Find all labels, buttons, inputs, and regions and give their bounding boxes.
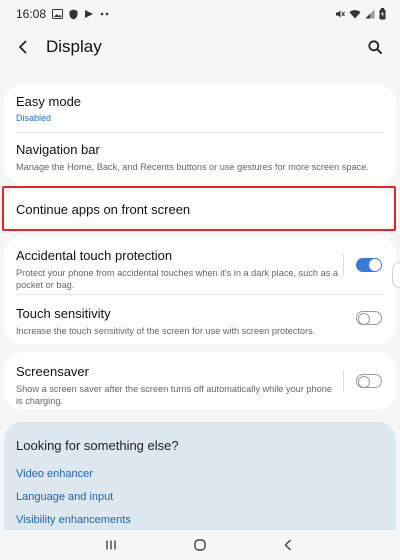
easy-mode-item[interactable]: Easy mode Disabled — [4, 94, 396, 130]
screensaver-title: Screensaver — [16, 364, 89, 379]
toggle-knob — [358, 375, 370, 388]
navigation-bar-item[interactable]: Navigation bar Manage the Home, Back, an… — [4, 142, 396, 180]
back-button[interactable] — [12, 36, 34, 58]
page-title: Display — [46, 37, 102, 56]
settings-card-screensaver: Screensaver Show a screen saver after th… — [4, 352, 396, 410]
divider — [16, 294, 384, 295]
toggle-knob — [358, 312, 370, 325]
touch-sensitivity-item[interactable]: Touch sensitivity Increase the touch sen… — [4, 306, 396, 336]
search-icon — [368, 40, 382, 54]
settings-card-modes: Easy mode Disabled Navigation bar Manage… — [4, 84, 396, 184]
vertical-separator — [343, 254, 344, 276]
recents-button[interactable] — [101, 535, 121, 555]
easy-mode-title: Easy mode — [16, 94, 82, 109]
mute-icon — [335, 9, 345, 19]
video-enhancer-link[interactable]: Video enhancer — [16, 468, 384, 481]
accidental-touch-item[interactable]: Accidental touch protection Protect your… — [4, 248, 396, 294]
back-nav-icon — [284, 539, 291, 551]
screensaver-toggle[interactable] — [356, 374, 382, 388]
more-dots-icon — [100, 12, 110, 16]
settings-card-continue-apps: Continue apps on front screen — [4, 188, 396, 232]
touch-sensitivity-toggle[interactable] — [356, 311, 382, 325]
suggestions-title: Looking for something else? — [16, 438, 179, 453]
wifi-icon — [349, 9, 361, 19]
app-header: Display — [0, 30, 400, 64]
back-arrow-icon — [19, 40, 27, 54]
accidental-touch-toggle[interactable] — [356, 258, 382, 272]
search-button[interactable] — [364, 36, 386, 58]
accidental-touch-description: Protect your phone from accidental touch… — [16, 268, 338, 290]
system-nav-bar — [0, 530, 400, 560]
vertical-separator — [343, 370, 344, 392]
recents-icon — [106, 540, 116, 550]
status-bar: 16:08 — [0, 0, 400, 28]
status-time: 16:08 — [16, 7, 47, 21]
home-button[interactable] — [190, 535, 210, 555]
back-nav-button[interactable] — [278, 535, 298, 555]
navigation-bar-description: Manage the Home, Back, and Recents butto… — [16, 162, 369, 172]
screensaver-item[interactable]: Screensaver Show a screen saver after th… — [4, 364, 396, 406]
toggle-knob — [369, 259, 381, 271]
visibility-enhancements-link[interactable]: Visibility enhancements — [16, 514, 384, 527]
continue-apps-title: Continue apps on front screen — [16, 202, 191, 217]
status-right — [335, 8, 386, 20]
continue-apps-item[interactable]: Continue apps on front screen — [4, 202, 396, 220]
divider — [16, 132, 384, 133]
settings-card-touch: Accidental touch protection Protect your… — [4, 236, 396, 344]
touch-sensitivity-description: Increase the touch sensitivity of the sc… — [16, 326, 316, 336]
suggestions-panel: Looking for something else? Video enhanc… — [4, 422, 396, 540]
shield-icon — [69, 9, 78, 20]
accidental-touch-title: Accidental touch protection — [16, 248, 173, 263]
touch-sensitivity-title: Touch sensitivity — [16, 306, 111, 321]
screensaver-description: Show a screen saver after the screen tur… — [16, 384, 332, 406]
battery-icon — [379, 8, 386, 20]
language-and-input-link[interactable]: Language and input — [16, 491, 384, 504]
easy-mode-status: Disabled — [16, 113, 52, 123]
navigation-bar-title: Navigation bar — [16, 142, 100, 157]
signal-icon — [365, 9, 375, 19]
status-left: 16:08 — [16, 7, 110, 21]
play-icon — [84, 9, 94, 19]
edge-panel-handle[interactable] — [392, 262, 400, 288]
home-icon — [194, 539, 206, 551]
image-icon — [52, 9, 64, 19]
